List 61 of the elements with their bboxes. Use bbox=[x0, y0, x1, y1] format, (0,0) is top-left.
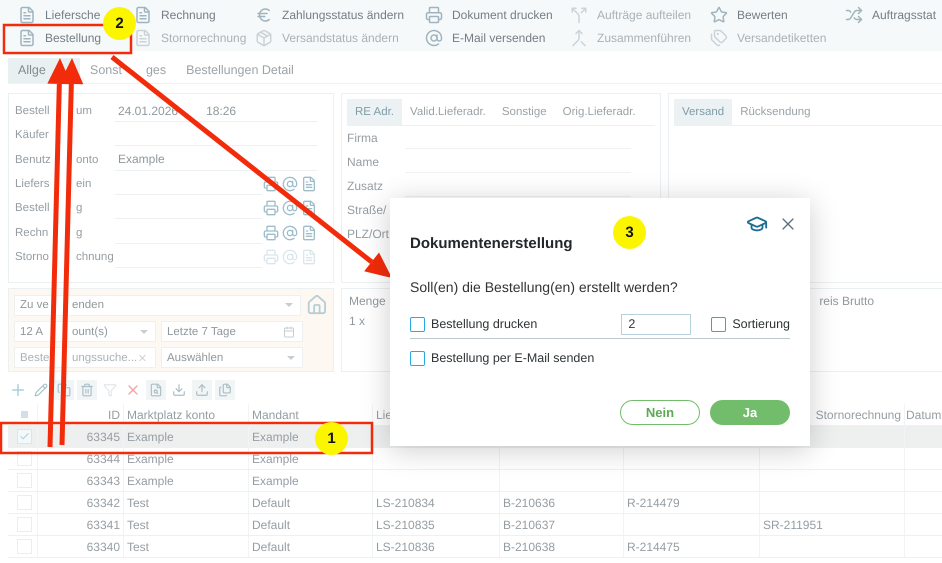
table-cell: LS-210836 bbox=[373, 536, 500, 557]
table-cell: 63342 bbox=[38, 492, 124, 513]
table-cell: Example bbox=[249, 470, 373, 491]
field-label: Benutz bbox=[15, 154, 52, 166]
quantity-text: 1 x bbox=[349, 314, 366, 328]
table-cell: SR-211951 bbox=[760, 514, 905, 535]
checkbox-label: Bestellung per E-Mail senden bbox=[431, 351, 594, 365]
table-cell: B-210637 bbox=[500, 514, 624, 535]
dropdown-value: enden bbox=[72, 299, 104, 311]
dropdown-value: ount(s) bbox=[72, 326, 108, 338]
field-label: Straße/ bbox=[347, 203, 388, 217]
table-cell: 63343 bbox=[38, 470, 124, 491]
table-cell: Example bbox=[124, 448, 249, 469]
field-label: Bestell bbox=[15, 105, 51, 118]
header-cell: Datum bbox=[905, 404, 942, 425]
header-cell: ID bbox=[38, 404, 124, 425]
table-cell: 63344 bbox=[38, 448, 124, 469]
table-cell: Example bbox=[124, 470, 249, 491]
table-cell: Default bbox=[249, 492, 373, 513]
field-label: Bestell bbox=[15, 202, 51, 214]
field-label: PLZ/Ort bbox=[347, 227, 390, 241]
table-cell: Test bbox=[124, 514, 249, 535]
checkbox-label: Sortierung bbox=[732, 317, 790, 331]
field-label: Name bbox=[347, 155, 380, 169]
table-cell: Default bbox=[249, 536, 373, 557]
table-cell: LS-210835 bbox=[373, 514, 500, 535]
field-label: g bbox=[76, 226, 84, 239]
dropdown-value: 12 A bbox=[20, 326, 44, 338]
search-placeholder: Beste bbox=[20, 352, 50, 364]
table-cell: Test bbox=[124, 536, 249, 557]
table-cell: R-214475 bbox=[624, 536, 760, 557]
header-cell: Marktplatz konto bbox=[124, 404, 249, 425]
field-label: Storno bbox=[15, 250, 50, 263]
table-cell: 63345 bbox=[38, 426, 124, 447]
table-cell: B-210636 bbox=[500, 492, 624, 513]
table-cell: 63340 bbox=[38, 536, 124, 557]
table-cell: R-214479 bbox=[624, 492, 760, 513]
field-label: Rechn bbox=[15, 226, 50, 239]
column-header: reis Brutto bbox=[819, 294, 874, 308]
table-cell: Default bbox=[249, 514, 373, 535]
table-cell: LS-210834 bbox=[373, 492, 500, 513]
date-field: 24.01.2026 18:26 bbox=[115, 100, 317, 122]
field-label: Zusatz bbox=[347, 179, 384, 193]
table-cell: 63341 bbox=[38, 514, 124, 535]
table-cell: Example bbox=[124, 426, 249, 447]
search-placeholder: ungssuche... bbox=[72, 352, 138, 364]
field-label: ein bbox=[76, 178, 92, 190]
dropdown-value: Zu ve bbox=[20, 299, 50, 311]
field-label: g bbox=[76, 202, 84, 214]
dialog-question: Soll(en) die Bestellung(en) erstellt werden? bbox=[410, 279, 678, 295]
checkbox-label: Bestellung drucken bbox=[431, 317, 538, 331]
table-cell: B-210638 bbox=[500, 536, 624, 557]
field-label: chnung bbox=[76, 250, 115, 263]
field-label: um bbox=[76, 105, 93, 118]
field-label: Käufer bbox=[15, 129, 50, 142]
field-label: onto bbox=[76, 154, 100, 166]
dialog-title: Dokumentenerstellung bbox=[410, 235, 573, 252]
table-cell: Test bbox=[124, 492, 249, 513]
column-header: Menge bbox=[349, 294, 386, 308]
field-label: Liefers bbox=[15, 178, 51, 190]
field-label: Firma bbox=[347, 131, 379, 145]
